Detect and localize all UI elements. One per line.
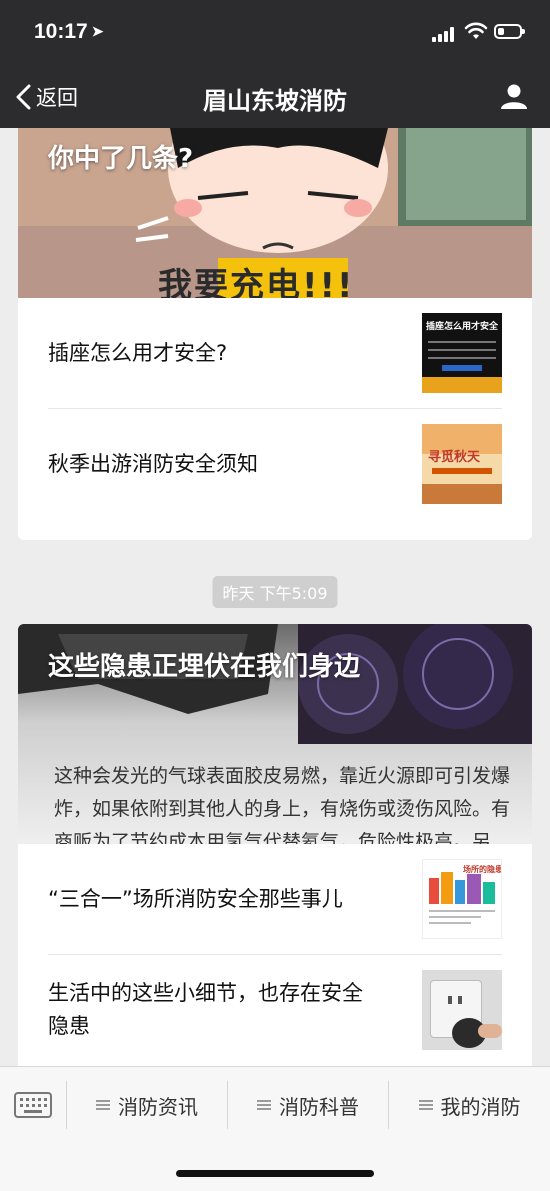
cover-image[interactable]: 你中了几条? 我要充电!!! xyxy=(18,128,532,298)
cover-title: 这些隐患正埋伏在我们身边 xyxy=(48,652,361,682)
menu-list-icon xyxy=(418,1100,433,1110)
thumbnail-text: 插座怎么用才安全? xyxy=(426,322,498,332)
thumbnail-text: 寻觅秋天 xyxy=(428,450,481,465)
chevron-left-icon xyxy=(16,84,31,110)
list-item[interactable]: 插座怎么用才安全? 插座怎么用才安全? xyxy=(48,298,502,409)
article-card: 这些隐患正埋伏在我们身边 这种会发光的气球表面胶皮易燃，靠近火源即可引发爆炸，如… xyxy=(18,624,532,1066)
keyboard-icon[interactable] xyxy=(14,1089,52,1119)
autumn-travel-thumbnail: 寻觅秋天 xyxy=(422,424,502,504)
back-button[interactable]: 返回 xyxy=(14,80,78,114)
location-arrow-icon: ➤ xyxy=(91,23,104,39)
home-indicator[interactable] xyxy=(176,1170,374,1177)
article-title: 插座怎么用才安全? xyxy=(48,340,228,365)
status-time: 10:17 ➤ xyxy=(34,20,103,44)
list-item[interactable]: 秋季出游消防安全须知 寻觅秋天 xyxy=(48,409,502,519)
article-card: 你中了几条? 我要充电!!! 插座怎么用才安全? 插座怎么用才安全? 秋季出游消… xyxy=(18,128,532,540)
list-item[interactable]: 生活中的这些小细节，也存在安全隐患 xyxy=(48,955,502,1065)
back-label: 返回 xyxy=(36,86,78,110)
menu-button-label: 消防资讯 xyxy=(118,1094,198,1119)
menu-button-my-fire[interactable]: 我的消防 xyxy=(389,1081,550,1129)
article-title: “三合一”场所消防安全那些事儿 xyxy=(48,886,343,911)
menu-button-label: 我的消防 xyxy=(440,1094,521,1119)
cover-image[interactable]: 这些隐患正埋伏在我们身边 这种会发光的气球表面胶皮易燃，靠近火源即可引发爆炸，如… xyxy=(18,624,532,844)
list-item[interactable]: “三合一”场所消防安全那些事儿 场所的隐患 xyxy=(48,844,502,955)
menu-button-science[interactable]: 消防科普 xyxy=(228,1081,388,1129)
socket-safety-thumbnail: 插座怎么用才安全? xyxy=(422,313,502,393)
battery-icon xyxy=(494,24,525,39)
power-socket-thumbnail xyxy=(422,970,502,1050)
article-title: 生活中的这些小细节，也存在安全隐患 xyxy=(48,981,363,1038)
menu-button-news[interactable]: 消防资讯 xyxy=(67,1081,227,1129)
article-title: 秋季出游消防安全须知 xyxy=(48,451,258,476)
status-bar: 10:17 ➤ xyxy=(0,0,550,64)
menu-list-icon xyxy=(96,1100,110,1110)
menu-button-label: 消防科普 xyxy=(279,1094,359,1119)
message-feed[interactable]: 你中了几条? 我要充电!!! 插座怎么用才安全? 插座怎么用才安全? 秋季出游消… xyxy=(0,128,550,1066)
nav-bar: 返回 眉山东坡消防 xyxy=(0,64,550,128)
profile-icon[interactable] xyxy=(500,82,528,110)
time-text: 10:17 xyxy=(34,20,88,43)
cover-caption: 我要充电!!! xyxy=(158,266,355,298)
cellular-signal-icon xyxy=(432,26,458,42)
timestamp: 昨天 下午5:09 xyxy=(212,576,338,608)
menu-list-icon xyxy=(257,1100,271,1110)
three-in-one-thumbnail: 场所的隐患 xyxy=(422,859,502,939)
cover-title: 你中了几条? xyxy=(48,144,194,174)
wifi-icon xyxy=(464,22,488,39)
cover-body-text: 这种会发光的气球表面胶皮易燃，靠近火源即可引发爆炸，如果依附到其他人的身上，有烧… xyxy=(54,765,511,844)
page-title: 眉山东坡消防 xyxy=(203,87,347,115)
